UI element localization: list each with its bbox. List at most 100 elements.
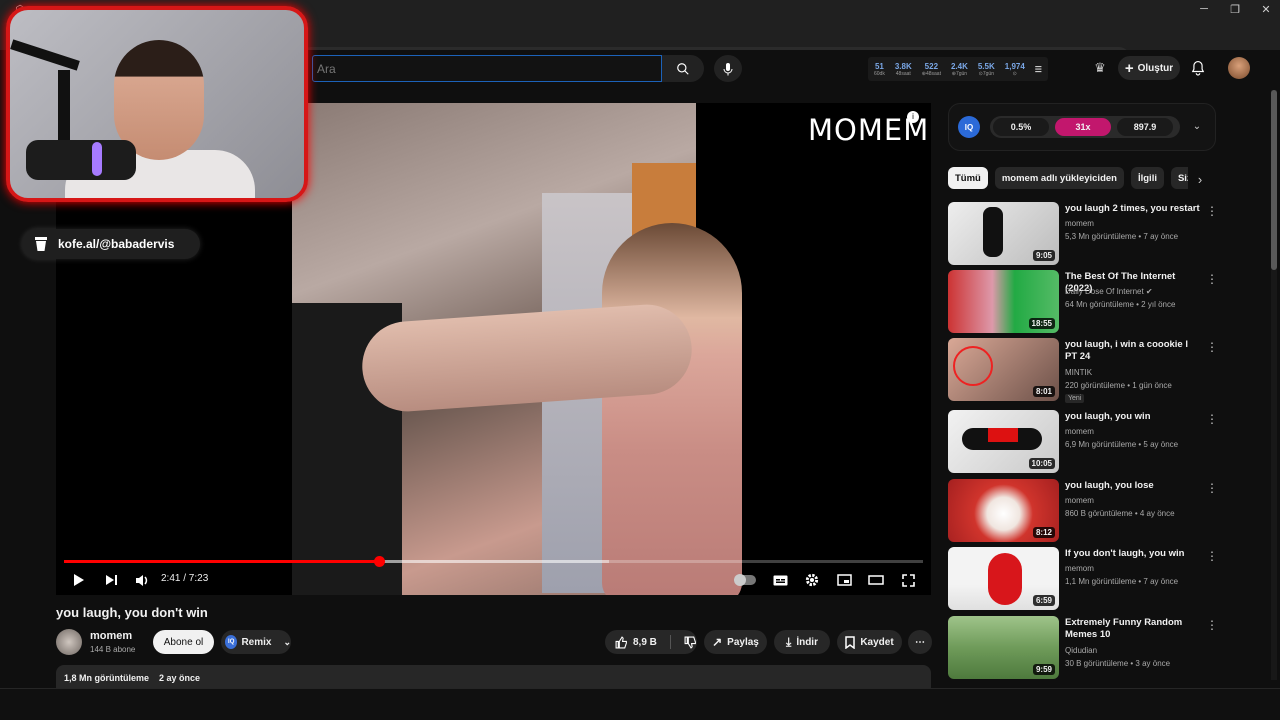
- create-button[interactable]: + Oluştur: [1118, 56, 1180, 80]
- dislike-button[interactable]: [684, 636, 697, 649]
- save-button[interactable]: Kaydet: [837, 630, 902, 654]
- recommended-video[interactable]: 18:55 The Best Of The Internet (2022) Da…: [948, 270, 1218, 334]
- video-thumbnail[interactable]: 9:59: [948, 616, 1059, 679]
- subscribe-button[interactable]: Abone ol: [153, 630, 214, 654]
- miniplayer-icon: [836, 574, 852, 586]
- video-thumbnail[interactable]: 6:59: [948, 547, 1059, 610]
- channel-name[interactable]: momem: [1065, 427, 1094, 436]
- video-title[interactable]: you laugh 2 times, you restart: [1065, 203, 1200, 215]
- chip-all[interactable]: Tümü: [948, 167, 988, 189]
- progress-scrubber[interactable]: [373, 556, 385, 567]
- channel-name[interactable]: momem: [1065, 219, 1094, 228]
- channel-name[interactable]: Daily Dose Of Internet ✔: [1065, 287, 1153, 296]
- like-dislike-group: 8,9 B: [605, 630, 697, 654]
- video-meta: 860 B görüntüleme • 4 ay önce: [1065, 509, 1175, 518]
- more-actions-button[interactable]: ⋯: [908, 630, 932, 654]
- stat-item: 522 ⊕48saat: [921, 61, 941, 77]
- remix-button[interactable]: IQ Remix ⌄: [221, 630, 291, 654]
- download-button[interactable]: ⤓ İndir: [774, 630, 830, 654]
- more-vertical-icon[interactable]: ⋮: [1206, 204, 1218, 218]
- recommended-video[interactable]: 9:05 you laugh 2 times, you restart mome…: [948, 202, 1218, 266]
- video-title[interactable]: you laugh, you win: [1065, 411, 1200, 423]
- channel-name[interactable]: momem: [1065, 496, 1094, 505]
- video-thumbnail[interactable]: 8:12: [948, 479, 1059, 542]
- create-label: Oluştur: [1137, 62, 1174, 74]
- chip-from-uploader[interactable]: momem adlı yükleyiciden: [994, 167, 1124, 189]
- donation-link-text: kofe.al/@babadervis: [58, 237, 175, 251]
- info-icon[interactable]: i: [907, 111, 919, 123]
- close-window-button[interactable]: ✕: [1254, 3, 1278, 16]
- video-title[interactable]: If you don't laugh, you win: [1065, 548, 1200, 560]
- stats-extension-bar[interactable]: 51 60dk 3.8K 48saat 522 ⊕48saat 2.4K ⊕7gün 5…: [868, 57, 1048, 81]
- notifications-bell-icon[interactable]: [1191, 60, 1207, 76]
- plus-icon: +: [1124, 59, 1134, 77]
- more-vertical-icon[interactable]: ⋮: [1206, 549, 1218, 563]
- new-badge: Yeni: [1065, 394, 1085, 403]
- voice-search-button[interactable]: [714, 55, 742, 82]
- mic-arm: [10, 39, 80, 71]
- video-title[interactable]: you laugh, i win a coookie l PT 24: [1065, 339, 1200, 363]
- progress-bar[interactable]: [64, 556, 923, 567]
- chevron-down-icon[interactable]: ⌄: [1189, 119, 1205, 135]
- more-vertical-icon[interactable]: ⋮: [1206, 481, 1218, 495]
- video-person: [602, 223, 742, 595]
- minimize-button[interactable]: ─: [1192, 3, 1216, 15]
- next-button[interactable]: [102, 571, 120, 589]
- channel-name[interactable]: momem: [90, 630, 132, 642]
- recommended-video[interactable]: 6:59 If you don't laugh, you win memom 1…: [948, 547, 1218, 611]
- settings-button[interactable]: [802, 571, 822, 589]
- recommended-video[interactable]: 9:59 Extremely Funny Random Memes 10 Qid…: [948, 616, 1218, 680]
- recommended-video[interactable]: 10:05 you laugh, you win momem 6,9 Mn gö…: [948, 410, 1218, 474]
- more-vertical-icon[interactable]: ⋮: [1206, 618, 1218, 632]
- miniplayer-button[interactable]: [834, 571, 854, 589]
- play-button[interactable]: [70, 571, 88, 589]
- video-thumbnail[interactable]: 18:55: [948, 270, 1059, 333]
- theater-mode-button[interactable]: [866, 571, 886, 589]
- remix-label: Remix: [241, 636, 272, 648]
- trophy-icon[interactable]: ♛: [1092, 60, 1108, 76]
- video-thumbnail[interactable]: 10:05: [948, 410, 1059, 473]
- share-label: Paylaş: [727, 636, 759, 648]
- duration-badge: 9:59: [1032, 664, 1055, 675]
- page-scrollbar[interactable]: [1271, 90, 1277, 680]
- video-title[interactable]: Extremely Funny Random Memes 10: [1065, 617, 1200, 641]
- duration-badge: 10:05: [1028, 458, 1055, 469]
- chevron-right-icon[interactable]: ›: [1192, 172, 1208, 188]
- iq-logo-icon: IQ: [958, 116, 980, 138]
- video-meta: 5,3 Mn görüntüleme • 7 ay önce: [1065, 232, 1179, 241]
- fullscreen-button[interactable]: [898, 571, 918, 589]
- chip-for-you[interactable]: Sizi: [1170, 167, 1188, 189]
- channel-avatar[interactable]: [56, 629, 82, 655]
- volume-button[interactable]: [133, 571, 151, 589]
- filter-chips: Tümü momem adlı yükleyiciden İlgili Sizi: [948, 167, 1188, 189]
- subtitles-icon: [773, 575, 787, 585]
- autoplay-toggle[interactable]: [732, 571, 758, 589]
- channel-name[interactable]: memom: [1065, 564, 1094, 573]
- share-button[interactable]: ↗ Paylaş: [704, 630, 767, 654]
- chip-related[interactable]: İlgili: [1130, 167, 1164, 189]
- scrollbar-thumb[interactable]: [1271, 90, 1277, 270]
- stat-menu-icon[interactable]: ☰: [1031, 57, 1046, 81]
- recommended-video[interactable]: 8:01 you laugh, i win a coookie l PT 24 …: [948, 338, 1218, 403]
- more-vertical-icon[interactable]: ⋮: [1206, 272, 1218, 286]
- iq-stats[interactable]: 0.5% 31x 897.9: [990, 116, 1180, 138]
- channel-name[interactable]: MINTIK: [1065, 368, 1092, 377]
- more-vertical-icon[interactable]: ⋮: [1206, 340, 1218, 354]
- user-avatar[interactable]: [1228, 57, 1250, 79]
- thumbs-up-icon: [615, 635, 627, 648]
- duration-badge: 8:12: [1032, 527, 1055, 538]
- recommended-video[interactable]: 8:12 you laugh, you lose momem 860 B gör…: [948, 479, 1218, 543]
- restore-button[interactable]: ❐: [1223, 3, 1247, 16]
- search-button[interactable]: [662, 55, 704, 82]
- video-title[interactable]: you laugh, you lose: [1065, 480, 1200, 492]
- duration-badge: 6:59: [1032, 595, 1055, 606]
- like-button[interactable]: 8,9 B: [615, 635, 657, 649]
- stat-item: 3.8K 48saat: [894, 61, 912, 77]
- video-thumbnail[interactable]: 8:01: [948, 338, 1059, 401]
- more-vertical-icon[interactable]: ⋮: [1206, 412, 1218, 426]
- search-icon: [677, 62, 689, 75]
- video-thumbnail[interactable]: 9:05: [948, 202, 1059, 265]
- search-input[interactable]: [312, 55, 662, 82]
- subtitles-button[interactable]: [770, 571, 790, 589]
- channel-name[interactable]: Qidudian: [1065, 646, 1097, 655]
